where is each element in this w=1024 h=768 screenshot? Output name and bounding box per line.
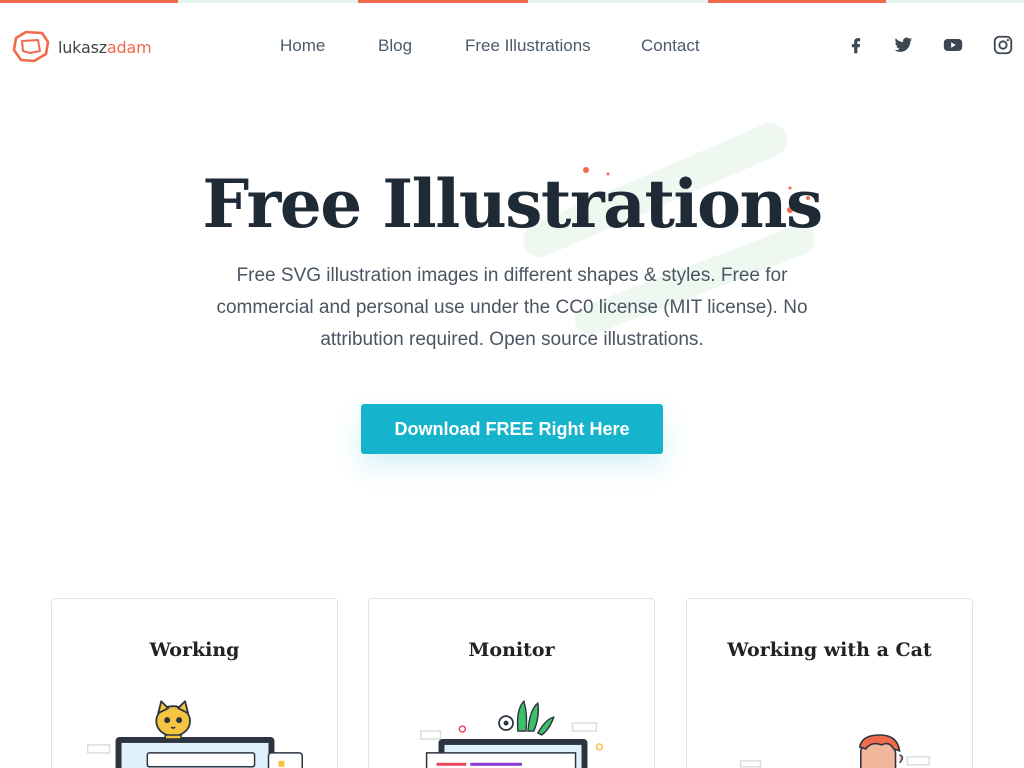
facebook-icon[interactable] bbox=[845, 34, 867, 56]
card-title: Monitor bbox=[468, 639, 555, 661]
nav-free-illustrations[interactable]: Free Illustrations bbox=[465, 36, 591, 56]
nav-blog[interactable]: Blog bbox=[378, 36, 412, 56]
youtube-icon[interactable] bbox=[942, 34, 964, 56]
card-title: Working bbox=[149, 639, 240, 661]
illustration-card-monitor[interactable]: Monitor bbox=[368, 598, 655, 768]
working-illustration bbox=[87, 700, 303, 768]
nav-home[interactable]: Home bbox=[280, 36, 325, 56]
illustration-card-working-with-cat[interactable]: Working with a Cat bbox=[686, 598, 973, 768]
working-with-cat-illustration bbox=[739, 734, 931, 768]
brand-logo[interactable]: lukaszadam bbox=[12, 30, 152, 64]
instagram-icon[interactable] bbox=[992, 34, 1014, 56]
monitor-illustration bbox=[419, 699, 604, 768]
twitter-icon[interactable] bbox=[892, 34, 914, 56]
card-title: Working with a Cat bbox=[727, 639, 932, 661]
brand-name: lukaszadam bbox=[58, 37, 152, 57]
nav-contact[interactable]: Contact bbox=[641, 36, 700, 56]
brand-name-part2: adam bbox=[106, 37, 152, 57]
hero-subtitle: Free SVG illustration images in differen… bbox=[216, 265, 808, 350]
site-header: lukaszadam Home Blog Free Illustrations … bbox=[0, 3, 1024, 87]
illustration-card-working[interactable]: Working bbox=[51, 598, 338, 768]
logo-mark-icon bbox=[12, 30, 50, 63]
download-button[interactable]: Download FREE Right Here bbox=[361, 404, 663, 454]
brand-name-part1: lukasz bbox=[58, 37, 107, 57]
page-title: Free Illustrations bbox=[202, 165, 823, 243]
